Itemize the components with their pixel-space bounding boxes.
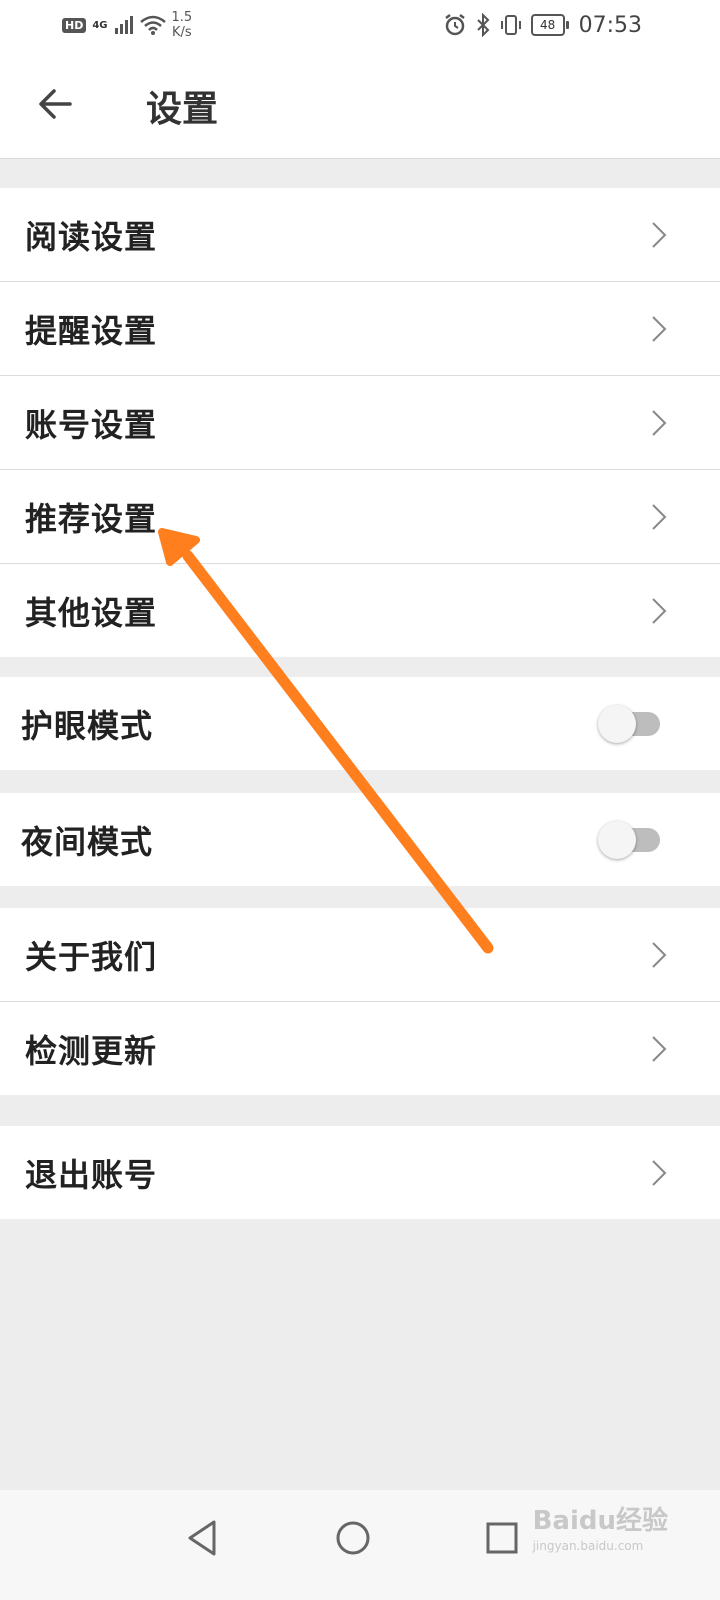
account-settings-item[interactable]: 账号设置 xyxy=(0,376,720,470)
net-speed: 1.5 K/s xyxy=(172,10,193,40)
nav-back-icon[interactable] xyxy=(172,1508,232,1568)
net-speed-value: 1.5 xyxy=(171,10,193,25)
night-mode-item: 夜间模式 xyxy=(0,793,720,886)
list-item-label: 其他设置 xyxy=(25,593,158,632)
list-item-label: 账号设置 xyxy=(25,405,158,444)
status-bar: HD 4G 1.5 K/s 48 07:53 xyxy=(0,0,720,50)
night-mode-label: 夜间模式 xyxy=(21,822,154,861)
chevron-right-icon xyxy=(652,1035,667,1062)
toggle-knob xyxy=(598,704,636,743)
list-item-label: 阅读设置 xyxy=(25,217,158,256)
recommend-settings-item[interactable]: 推荐设置 xyxy=(0,470,720,564)
back-arrow-icon[interactable] xyxy=(36,84,76,124)
settings-group: 阅读设置 提醒设置 账号设置 推荐设置 其他设置 xyxy=(0,188,720,657)
check-update-item[interactable]: 检测更新 xyxy=(0,1002,720,1095)
night-mode-group: 夜间模式 xyxy=(0,793,720,886)
chevron-right-icon xyxy=(652,409,667,436)
eye-mode-group: 护眼模式 xyxy=(0,677,720,770)
nav-home-icon[interactable] xyxy=(323,1508,383,1568)
network-type: 4G xyxy=(92,19,108,31)
chevron-right-icon xyxy=(652,1159,667,1186)
other-settings-item[interactable]: 其他设置 xyxy=(0,564,720,657)
eye-mode-label: 护眼模式 xyxy=(21,706,154,745)
page-title: 设置 xyxy=(146,88,219,130)
watermark-url: jingyan.baidu.com xyxy=(532,1539,644,1553)
eye-mode-toggle[interactable] xyxy=(598,704,660,743)
list-item-label: 检测更新 xyxy=(25,1031,158,1070)
wifi-icon xyxy=(139,15,166,35)
app-bar: 设置 xyxy=(0,50,720,159)
net-speed-unit: K/s xyxy=(172,25,192,40)
signal-icon xyxy=(114,16,133,34)
chevron-right-icon xyxy=(652,597,667,624)
logout-item[interactable]: 退出账号 xyxy=(0,1126,720,1219)
bluetooth-icon xyxy=(476,13,490,37)
chevron-right-icon xyxy=(652,221,667,248)
about-group: 关于我们 检测更新 xyxy=(0,908,720,1095)
list-item-label: 提醒设置 xyxy=(25,311,158,350)
logout-group: 退出账号 xyxy=(0,1126,720,1219)
reading-settings-item[interactable]: 阅读设置 xyxy=(0,188,720,282)
hd-badge: HD xyxy=(62,17,87,33)
chevron-right-icon xyxy=(652,503,667,530)
eye-mode-item: 护眼模式 xyxy=(0,677,720,770)
watermark-logo: Baidu经验 xyxy=(532,1506,668,1536)
logout-label: 退出账号 xyxy=(25,1155,158,1194)
chevron-right-icon xyxy=(652,941,667,968)
vibrate-icon xyxy=(500,15,521,35)
battery-icon: 48 xyxy=(530,14,569,36)
list-item-label: 推荐设置 xyxy=(25,499,158,538)
alarm-icon xyxy=(444,14,465,36)
clock: 07:53 xyxy=(578,12,642,38)
toggle-knob xyxy=(598,820,636,859)
list-item-label: 关于我们 xyxy=(25,937,158,976)
watermark: Baidu经验 jingyan.baidu.com xyxy=(533,1500,668,1553)
night-mode-toggle[interactable] xyxy=(598,820,660,859)
reminder-settings-item[interactable]: 提醒设置 xyxy=(0,282,720,376)
nav-recents-icon[interactable] xyxy=(472,1508,532,1568)
about-us-item[interactable]: 关于我们 xyxy=(0,908,720,1002)
chevron-right-icon xyxy=(652,315,667,342)
